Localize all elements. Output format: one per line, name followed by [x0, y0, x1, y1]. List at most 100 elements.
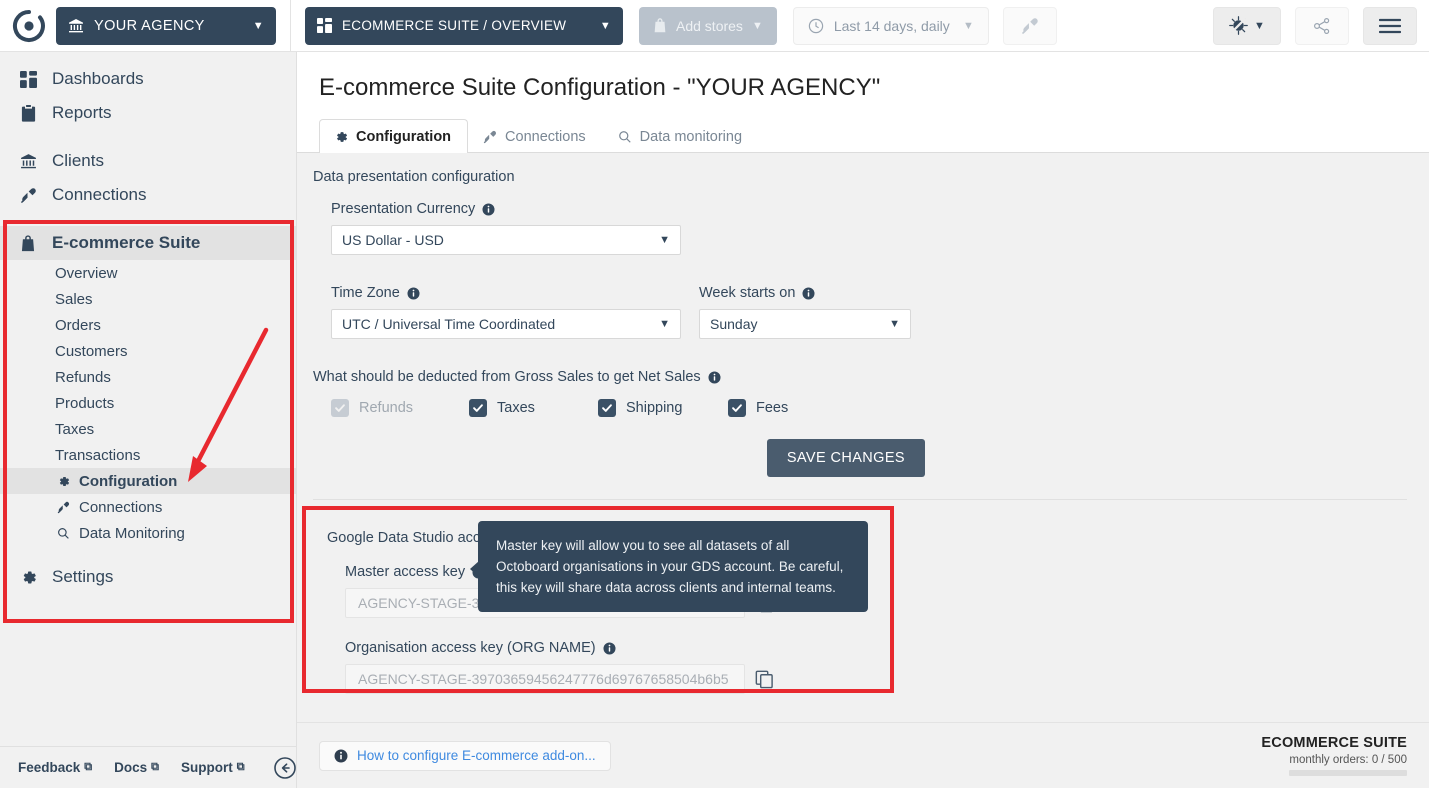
how-to-label: How to configure E-commerce add-on...	[357, 748, 596, 763]
config-form: Data presentation configuration Presenta…	[297, 153, 1429, 712]
sidebar-subitem-sales[interactable]: Sales	[0, 286, 296, 312]
select-value: US Dollar - USD	[342, 232, 444, 248]
top-bar: YOUR AGENCY ▼ ECOMMERCE SUITE / OVERVIEW…	[0, 0, 1429, 52]
chevron-down-icon: ▼	[659, 234, 670, 246]
share-button[interactable]	[1295, 6, 1349, 45]
info-icon	[334, 749, 348, 763]
plug-icon	[1021, 17, 1039, 35]
sidebar-item-dashboards[interactable]: Dashboards	[0, 62, 296, 96]
chevron-down-icon: ▼	[889, 318, 900, 330]
sidebar-subitem-taxes[interactable]: Taxes	[0, 416, 296, 442]
contrast-icon	[1229, 16, 1248, 35]
org-key-group: Organisation access key (ORG NAME) AGENC…	[345, 640, 1407, 694]
sidebar-subitem-overview[interactable]: Overview	[0, 260, 296, 286]
plug-icon	[483, 130, 497, 144]
octoboard-logo-icon[interactable]	[10, 7, 48, 45]
sidebar-subitem-data-monitoring[interactable]: Data Monitoring	[0, 520, 296, 546]
page-title: E-commerce Suite Configuration - "YOUR A…	[319, 74, 881, 101]
sidebar-subitem-label: Transactions	[55, 446, 141, 464]
week-starts-on-select[interactable]: Sunday ▼	[699, 309, 911, 339]
presentation-currency-select[interactable]: US Dollar - USD ▼	[331, 225, 681, 255]
gear-icon	[18, 569, 38, 586]
bag-icon	[18, 234, 38, 252]
sidebar-item-clients[interactable]: Clients	[0, 144, 296, 178]
org-key-input[interactable]: AGENCY-STAGE-39703659456247776d697676585…	[345, 664, 745, 694]
sidebar-subitem-label: Taxes	[55, 420, 95, 438]
agency-selector[interactable]: YOUR AGENCY ▼	[56, 6, 276, 45]
info-icon[interactable]	[603, 641, 616, 655]
theme-toggle-button[interactable]: ▼	[1213, 6, 1281, 45]
configuration-panel: Data presentation configuration Presenta…	[297, 153, 1429, 788]
week-starts-on-label: Week starts on	[699, 285, 911, 301]
share-icon	[1313, 17, 1331, 35]
connections-plug-button[interactable]	[1002, 6, 1057, 45]
sidebar-subitem-connections[interactable]: Connections	[0, 494, 296, 520]
checkbox-fees[interactable]: Fees	[728, 399, 788, 417]
date-range-selector[interactable]: Last 14 days, daily ▼	[792, 6, 989, 45]
timezone-week-row: Time Zone UTC / Universal Time Coordinat…	[331, 285, 1407, 339]
agency-label: YOUR AGENCY	[94, 17, 205, 34]
info-icon[interactable]	[482, 202, 495, 216]
sidebar-subitem-configuration[interactable]: Configuration	[0, 468, 296, 494]
time-zone-select[interactable]: UTC / Universal Time Coordinated ▼	[331, 309, 681, 339]
label-text: Organisation access key (ORG NAME)	[345, 640, 596, 656]
sidebar-subitem-label: Configuration	[79, 472, 178, 490]
usage-progress-bar	[1289, 770, 1407, 776]
sidebar-subitem-orders[interactable]: Orders	[0, 312, 296, 338]
sidebar-nav: Dashboards Reports Clients Connections E…	[0, 52, 296, 594]
sidebar-item-label: Clients	[52, 151, 104, 170]
checkbox-box	[598, 399, 616, 417]
divider	[290, 0, 291, 51]
sidebar-subitem-customers[interactable]: Customers	[0, 338, 296, 364]
sidebar-subitem-label: Orders	[55, 316, 101, 334]
org-key-value: AGENCY-STAGE-39703659456247776d697676585…	[358, 671, 729, 687]
menu-button[interactable]	[1363, 6, 1417, 45]
sidebar-item-label: Settings	[52, 567, 114, 586]
clock-icon	[808, 18, 824, 34]
select-value: Sunday	[710, 316, 758, 332]
grid-icon	[317, 18, 332, 33]
docs-link[interactable]: Docs ⧉	[114, 760, 159, 775]
bag-icon	[653, 18, 667, 33]
suite-label: ECOMMERCE SUITE / OVERVIEW	[342, 18, 567, 33]
tab-configuration[interactable]: Configuration	[319, 119, 469, 153]
add-stores-button[interactable]: Add stores ▼	[639, 6, 777, 45]
chevron-down-icon: ▼	[962, 19, 974, 32]
info-icon[interactable]	[708, 370, 721, 384]
info-icon[interactable]	[802, 286, 815, 300]
chevron-down-icon: ▼	[659, 318, 670, 330]
tab-label: Connections	[505, 129, 586, 145]
sidebar: Dashboards Reports Clients Connections E…	[0, 52, 297, 788]
sidebar-subitem-products[interactable]: Products	[0, 390, 296, 416]
checkbox-taxes[interactable]: Taxes	[469, 399, 598, 417]
sidebar-subitem-transactions[interactable]: Transactions	[0, 442, 296, 468]
sidebar-item-connections[interactable]: Connections	[0, 178, 296, 212]
collapse-left-icon[interactable]	[273, 756, 297, 780]
tab-data-monitoring[interactable]: Data monitoring	[603, 119, 759, 153]
sidebar-subitem-refunds[interactable]: Refunds	[0, 364, 296, 390]
master-key-tooltip: Master key will allow you to see all dat…	[470, 521, 868, 612]
add-stores-label: Add stores	[676, 17, 743, 34]
label-text: Presentation Currency	[331, 201, 476, 217]
docs-label: Docs	[114, 760, 148, 775]
save-changes-button[interactable]: SAVE CHANGES	[766, 439, 925, 477]
plug-icon	[55, 501, 71, 514]
feedback-link[interactable]: Feedback ⧉	[18, 760, 92, 775]
sidebar-subitem-label: Customers	[55, 342, 128, 360]
grid-icon	[18, 70, 38, 88]
support-link[interactable]: Support ⧉	[181, 760, 245, 775]
sidebar-item-ecommerce-suite[interactable]: E-commerce Suite	[0, 226, 296, 260]
copy-icon[interactable]	[755, 670, 774, 689]
sidebar-item-settings[interactable]: Settings	[0, 560, 296, 594]
checkbox-shipping[interactable]: Shipping	[598, 399, 728, 417]
tab-label: Data monitoring	[639, 129, 743, 145]
suite-selector[interactable]: ECOMMERCE SUITE / OVERVIEW ▼	[305, 6, 623, 45]
sidebar-item-label: E-commerce Suite	[52, 233, 201, 252]
sidebar-footer: Feedback ⧉ Docs ⧉ Support ⧉	[0, 746, 296, 788]
how-to-configure-link[interactable]: How to configure E-commerce add-on...	[319, 740, 611, 771]
info-icon[interactable]	[407, 286, 420, 300]
tab-connections[interactable]: Connections	[468, 119, 603, 153]
sidebar-item-reports[interactable]: Reports	[0, 96, 296, 130]
